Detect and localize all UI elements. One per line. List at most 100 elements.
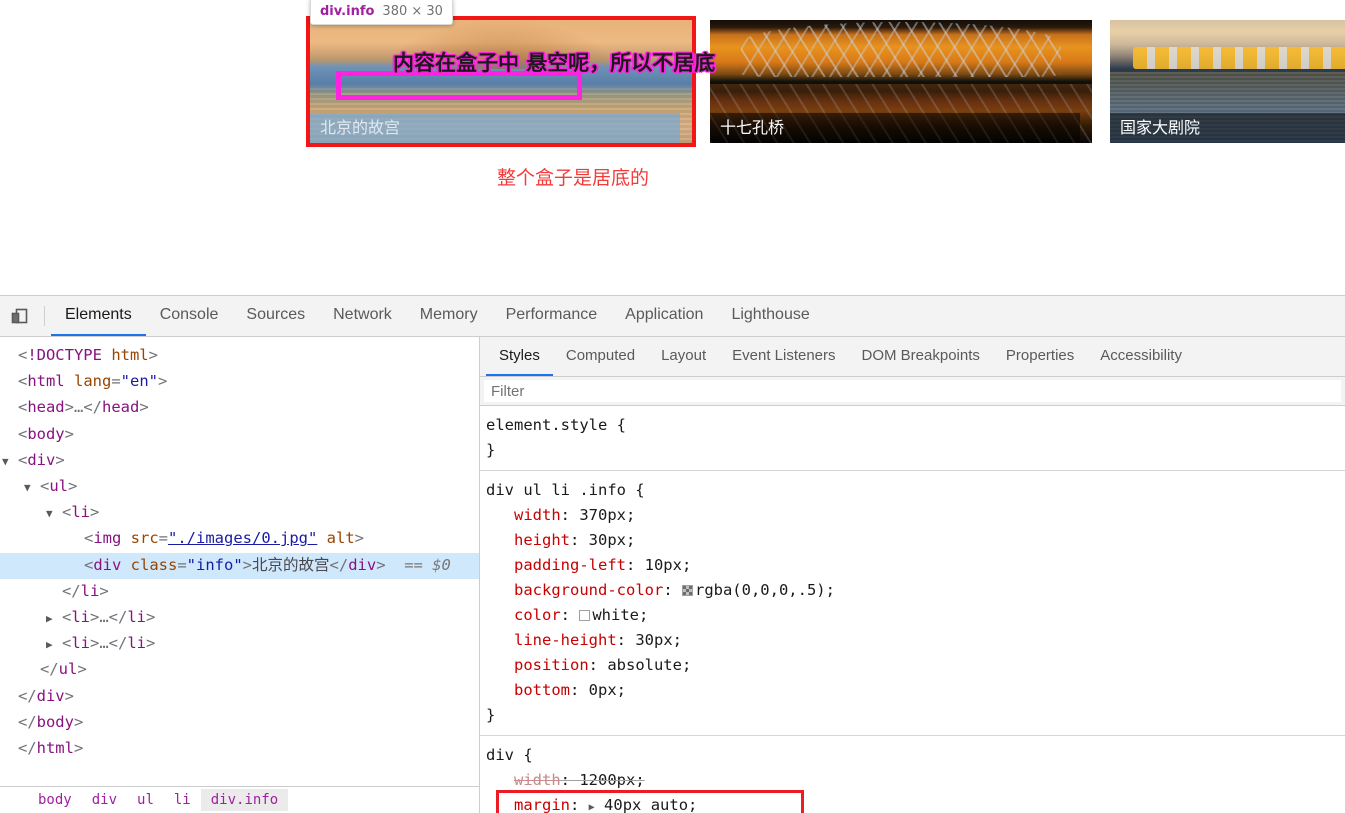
annotation-caption-text: 整个盒子是居底的 (497, 167, 650, 189)
sidebar-tab-event-listeners[interactable]: Event Listeners (719, 337, 848, 376)
dom-node[interactable]: </div> (0, 684, 479, 710)
css-property: line-height (514, 631, 617, 649)
sidebar-tab-accessibility[interactable]: Accessibility (1087, 337, 1195, 376)
devtools-tab-application[interactable]: Application (611, 296, 717, 336)
sidebar-tab-layout[interactable]: Layout (648, 337, 719, 376)
css-property: width (514, 506, 561, 524)
style-rule: div ul li .info {width: 370px; height: 30… (480, 471, 1345, 736)
dom-node-selected[interactable]: <div class="info">北京的故宫</div> == $0 (0, 552, 479, 579)
dom-node[interactable]: ▶ <li>…</li> (0, 605, 479, 631)
css-value: : rgba(0,0,0,.5); (663, 581, 835, 599)
devtools-tab-lighthouse[interactable]: Lighthouse (717, 296, 823, 336)
css-property: width (514, 771, 561, 789)
twisty-closed-icon[interactable]: ▶ (46, 612, 53, 625)
twisty-open-icon[interactable]: ▼ (2, 455, 9, 468)
dom-node[interactable]: ▼ <ul> (0, 474, 479, 500)
css-declaration[interactable]: width: 1200px; (486, 768, 1345, 793)
css-declaration[interactable]: width: 370px; (486, 503, 1345, 528)
attraction-card-2[interactable]: 十七孔桥 (710, 20, 1092, 143)
dom-node[interactable]: <html lang="en"> (0, 369, 479, 395)
dom-node[interactable]: <img src="./images/0.jpg" alt> (0, 526, 479, 552)
annotation-overlay-text: 内容在盒子中 悬空呢，所以不居底 (393, 51, 716, 75)
dom-tree-pane[interactable]: <!DOCTYPE html> <html lang="en"> <head>…… (0, 337, 480, 813)
css-declaration[interactable]: margin: ▶ 40px auto; (486, 793, 1345, 813)
devtools-tab-performance[interactable]: Performance (492, 296, 612, 336)
styles-filter-input[interactable] (484, 380, 1341, 402)
tooltip-dimensions: 380 × 30 (382, 4, 443, 19)
twisty-open-icon[interactable]: ▼ (46, 507, 53, 520)
color-swatch[interactable] (579, 610, 591, 621)
toolbar-divider (44, 306, 45, 326)
css-declaration[interactable]: line-height: 30px; (486, 628, 1345, 653)
style-rule-close-brace: } (486, 706, 496, 724)
device-toolbar-toggle-button[interactable] (0, 296, 38, 336)
css-declaration[interactable]: height: 30px; (486, 528, 1345, 553)
css-declaration[interactable]: color: white; (486, 603, 1345, 628)
css-declaration[interactable]: bottom: 0px; (486, 678, 1345, 703)
styles-filter-bar (480, 377, 1345, 406)
style-rules-list: element.style {} div ul li .info {width: … (480, 406, 1345, 813)
css-declaration[interactable]: background-color: rgba(0,0,0,.5); (486, 578, 1345, 603)
dom-node[interactable]: ▶ <li>…</li> (0, 631, 479, 657)
css-value: : 30px; (570, 531, 636, 549)
css-value: : 370px; (560, 506, 636, 524)
devtools-tab-network[interactable]: Network (319, 296, 406, 336)
breadcrumb-item-div[interactable]: div (82, 789, 127, 811)
style-rule-selector[interactable]: element.style { (486, 413, 1345, 438)
sidebar-tab-dom-breakpoints[interactable]: DOM Breakpoints (849, 337, 993, 376)
styles-sidebar-tab-strip: Styles Computed Layout Event Listeners DOM B… (480, 337, 1345, 377)
dom-node[interactable]: <!DOCTYPE html> (0, 343, 479, 369)
css-property: background-color (514, 581, 664, 599)
devtools-tab-sources[interactable]: Sources (232, 296, 319, 336)
twisty-open-icon[interactable]: ▼ (24, 481, 31, 494)
browser-page-viewport: 北京的故宫 十七孔桥 国家大剧院 div.info 380 × 30 内容在盒子中… (0, 0, 1345, 295)
card-info-label-1: 北京的故宫 (310, 113, 680, 143)
dom-node[interactable]: </li> (0, 579, 479, 605)
dom-node[interactable]: </html> (0, 736, 479, 762)
twisty-closed-icon[interactable]: ▶ (46, 638, 53, 651)
devtools-tab-elements[interactable]: Elements (51, 296, 146, 336)
breadcrumb-item-body[interactable]: body (28, 789, 82, 811)
css-value: : 1200px; (560, 771, 645, 789)
dom-breadcrumb[interactable]: body div ul li div.info (0, 786, 479, 813)
dom-node[interactable]: </body> (0, 710, 479, 736)
style-rule-selector[interactable]: div { (486, 743, 1345, 768)
dom-node[interactable]: <body> (0, 422, 479, 448)
tooltip-selector: div.info (320, 4, 375, 19)
expand-triangle-icon[interactable]: ▶ (589, 802, 595, 813)
css-value: : 10px; (625, 556, 692, 574)
color-swatch[interactable] (681, 585, 693, 596)
card-info-label-2: 十七孔桥 (710, 113, 1080, 143)
css-value: : absolute; (588, 656, 692, 674)
sidebar-tab-styles[interactable]: Styles (486, 337, 553, 376)
breadcrumb-item-ul[interactable]: ul (127, 789, 164, 811)
attraction-card-3[interactable]: 国家大剧院 (1110, 20, 1345, 143)
sidebar-tab-properties[interactable]: Properties (993, 337, 1087, 376)
css-value: : 30px; (616, 631, 682, 649)
breadcrumb-item-li[interactable]: li (164, 789, 201, 811)
css-declaration[interactable]: position: absolute; (486, 653, 1345, 678)
css-property: height (514, 531, 570, 549)
dom-node[interactable]: ▼ <div> (0, 448, 479, 474)
dom-node[interactable]: ▼ <li> (0, 500, 479, 526)
dom-node[interactable]: </ul> (0, 657, 479, 683)
device-toolbar-icon (11, 308, 27, 323)
dom-node[interactable]: <head>…</head> (0, 395, 479, 421)
dom-tree[interactable]: <!DOCTYPE html> <html lang="en"> <head>…… (0, 343, 479, 762)
devtools-tab-console[interactable]: Console (146, 296, 233, 336)
css-value: : 0px; (570, 681, 626, 699)
devtools-body: <!DOCTYPE html> <html lang="en"> <head>…… (0, 337, 1345, 813)
style-rule-selector[interactable]: div ul li .info { (486, 478, 1345, 503)
devtools-tab-memory[interactable]: Memory (406, 296, 492, 336)
css-declaration[interactable]: padding-left: 10px; (486, 553, 1345, 578)
devtools-tab-strip: Elements Console Sources Network Memory Perfo… (51, 296, 824, 336)
breadcrumb-item-div-info[interactable]: div.info (200, 789, 289, 811)
sidebar-tab-computed[interactable]: Computed (553, 337, 648, 376)
